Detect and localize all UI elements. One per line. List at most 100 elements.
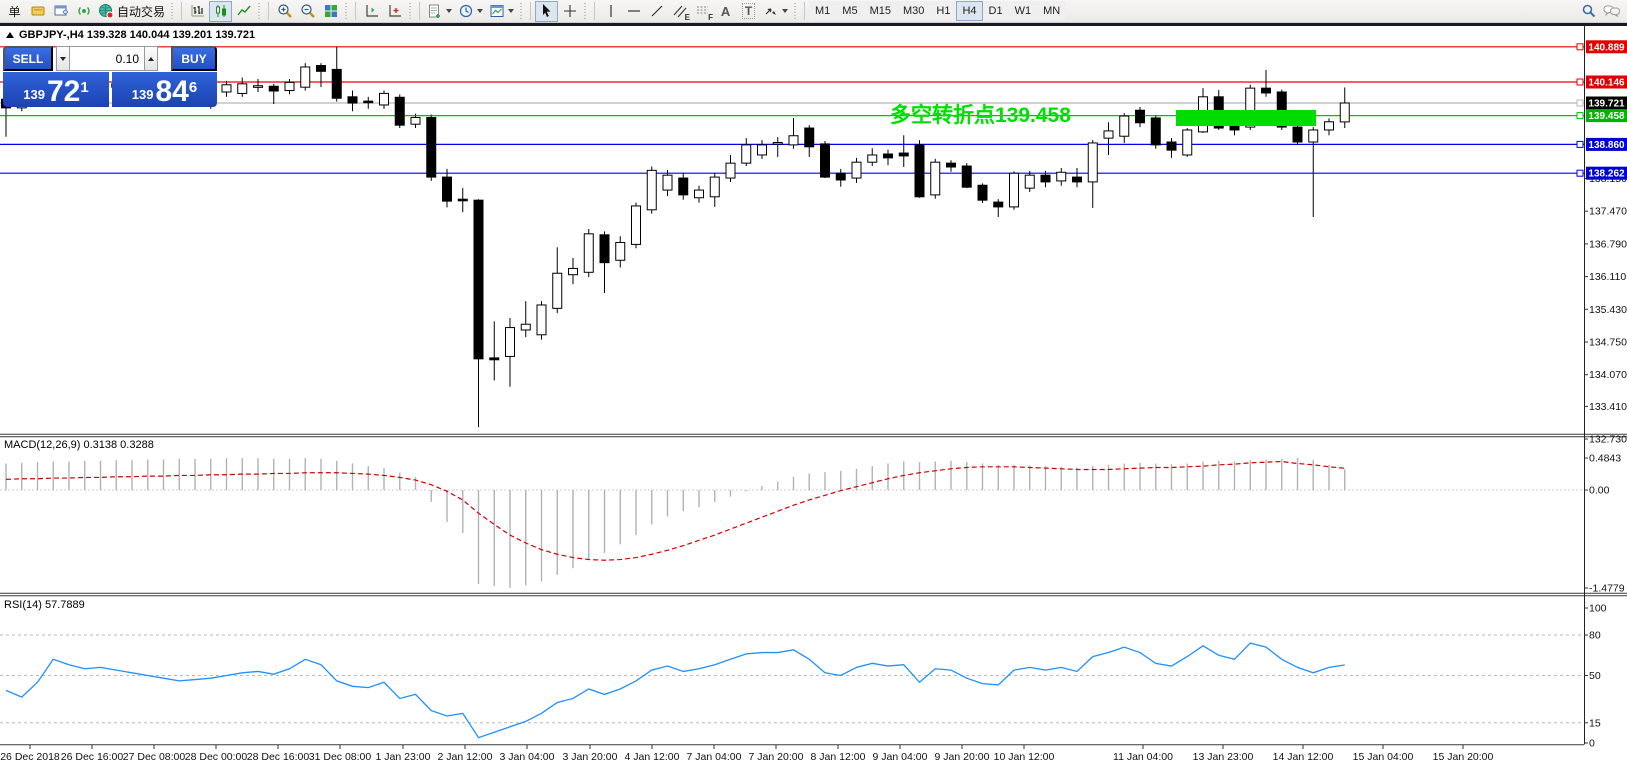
svg-text:26 Dec 2018: 26 Dec 2018 (0, 751, 60, 763)
svg-text:9 Jan 20:00: 9 Jan 20:00 (935, 751, 990, 763)
signals-button[interactable] (72, 1, 95, 22)
new-order-button[interactable]: 单 (3, 1, 26, 22)
toolbar-grip (408, 3, 413, 19)
chat-button[interactable] (1600, 1, 1624, 22)
svg-text:50: 50 (1589, 670, 1601, 682)
tab-m1[interactable]: M1 (809, 1, 836, 21)
main-toolbar: 单 自动交易 (0, 0, 1627, 23)
chart-title: GBPJPY-,H4 139.328 140.044 139.201 139.7… (6, 29, 255, 41)
svg-text:136.790: 136.790 (1589, 238, 1627, 250)
arrows-tool-button[interactable] (760, 1, 791, 22)
tab-w1[interactable]: W1 (1009, 1, 1038, 21)
fibonacci-tool-button[interactable]: F (691, 1, 714, 22)
chart-shift-button[interactable] (383, 1, 406, 22)
sell-price-big: 72 (47, 79, 80, 105)
candlestick-mode-button[interactable] (209, 1, 232, 22)
channel-letter: E (685, 13, 690, 22)
tab-h1[interactable]: H1 (930, 1, 956, 21)
toolbar-separator (530, 2, 531, 20)
label-tool-button[interactable]: T (737, 1, 760, 22)
svg-text:2 Jan 12:00: 2 Jan 12:00 (438, 751, 493, 763)
templates-button[interactable] (486, 1, 517, 22)
line-chart-mode-button[interactable] (232, 1, 255, 22)
toolbar-separator (181, 2, 182, 20)
rsi-indicator-label: RSI(14) 57.7889 (4, 599, 85, 611)
vertical-line-tool-button[interactable] (599, 1, 622, 22)
svg-text:132.730: 132.730 (1589, 434, 1627, 446)
svg-text:134.750: 134.750 (1589, 337, 1627, 349)
svg-text:27 Dec 08:00: 27 Dec 08:00 (123, 751, 186, 763)
autotrade-button[interactable]: 自动交易 (95, 1, 168, 22)
crosshair-tool-button[interactable] (558, 1, 581, 22)
svg-text:134.070: 134.070 (1589, 369, 1627, 381)
svg-text:140.146: 140.146 (1588, 78, 1625, 89)
buy-price-plate[interactable]: 139 84 6 (112, 72, 217, 107)
signal-icon (76, 3, 92, 19)
market-watch-button[interactable] (49, 1, 72, 22)
svg-text:100: 100 (1589, 603, 1607, 615)
sell-price-plate[interactable]: 139 72 1 (3, 72, 109, 107)
svg-text:28 Dec 00:00: 28 Dec 00:00 (185, 751, 248, 763)
svg-text:4 Jan 12:00: 4 Jan 12:00 (625, 751, 680, 763)
indicators-button[interactable] (424, 1, 455, 22)
zoom-in-button[interactable] (273, 1, 296, 22)
text-tool-button[interactable]: A (714, 1, 737, 22)
macd-pane[interactable]: 0.48430.00-1.4779 (0, 453, 1625, 595)
cursor-tool-button[interactable] (535, 1, 558, 22)
volume-increase-button[interactable] (145, 46, 158, 71)
trendline-tool-button[interactable] (645, 1, 668, 22)
horizontal-line-tool-button[interactable] (622, 1, 645, 22)
svg-text:135.430: 135.430 (1589, 304, 1627, 316)
tab-m15[interactable]: M15 (864, 1, 897, 21)
svg-text:136.110: 136.110 (1589, 271, 1626, 283)
svg-text:-1.4779: -1.4779 (1589, 583, 1625, 595)
quotes-window-button[interactable] (26, 1, 49, 22)
rsi-pane[interactable]: 1008050150 (0, 603, 1607, 750)
tab-d1[interactable]: D1 (983, 1, 1009, 21)
svg-text:多空转折点139.458: 多空转折点139.458 (890, 103, 1071, 127)
templates-dropdown-caret (508, 9, 514, 13)
toolbar-separator (419, 2, 420, 20)
tab-m30[interactable]: M30 (897, 1, 930, 21)
label-tool-icon: T (742, 3, 755, 19)
candlestick-icon (213, 3, 229, 19)
toolbar-separator (355, 2, 356, 20)
highlight-zone[interactable] (1176, 110, 1316, 126)
chart-title-text: GBPJPY-,H4 139.328 140.044 139.201 139.7… (19, 29, 255, 41)
toolbar-grip (170, 3, 175, 19)
channel-tool-button[interactable]: E (668, 1, 691, 22)
tab-m5[interactable]: M5 (836, 1, 863, 21)
add-indicator-icon (427, 3, 443, 19)
chart-canvas[interactable]: 多空转折点139.458138.150137.470136.790136.110… (0, 0, 1627, 767)
auto-scroll-button[interactable] (360, 1, 383, 22)
bar-chart-mode-button[interactable] (186, 1, 209, 22)
mt4-window: 单 自动交易 (0, 0, 1627, 767)
svg-text:9 Jan 04:00: 9 Jan 04:00 (873, 751, 928, 763)
volume-decrease-button[interactable] (56, 46, 69, 71)
sell-button[interactable]: SELL (3, 46, 53, 71)
svg-text:0: 0 (1589, 738, 1595, 750)
chart-shift-icon (387, 3, 403, 19)
svg-text:138.860: 138.860 (1588, 140, 1625, 151)
svg-text:139.721: 139.721 (1588, 99, 1625, 110)
tile-windows-button[interactable] (319, 1, 342, 22)
tab-mn[interactable]: MN (1037, 1, 1066, 21)
search-button[interactable] (1577, 1, 1600, 22)
chart-window-frame (0, 23, 1627, 26)
tab-h4[interactable]: H4 (956, 1, 982, 21)
collapse-panel-icon[interactable] (6, 32, 14, 38)
zoom-in-icon (277, 3, 293, 19)
svg-text:15 Jan 04:00: 15 Jan 04:00 (1353, 751, 1414, 763)
svg-text:7 Jan 04:00: 7 Jan 04:00 (687, 751, 742, 763)
svg-text:28 Dec 16:00: 28 Dec 16:00 (247, 751, 310, 763)
buy-button[interactable]: BUY (171, 46, 217, 71)
svg-text:0.00: 0.00 (1589, 485, 1610, 497)
zoom-out-button[interactable] (296, 1, 319, 22)
annotation[interactable]: 多空转折点139.458 (890, 103, 1071, 127)
volume-input[interactable]: 0.10 (69, 46, 145, 71)
toolbar-grip (519, 3, 524, 19)
time-axis[interactable]: 26 Dec 201826 Dec 16:0027 Dec 08:0028 De… (0, 745, 1493, 764)
sell-price-prefix: 139 (23, 88, 45, 104)
toolbar-grip (257, 3, 262, 19)
periods-button[interactable] (455, 1, 486, 22)
